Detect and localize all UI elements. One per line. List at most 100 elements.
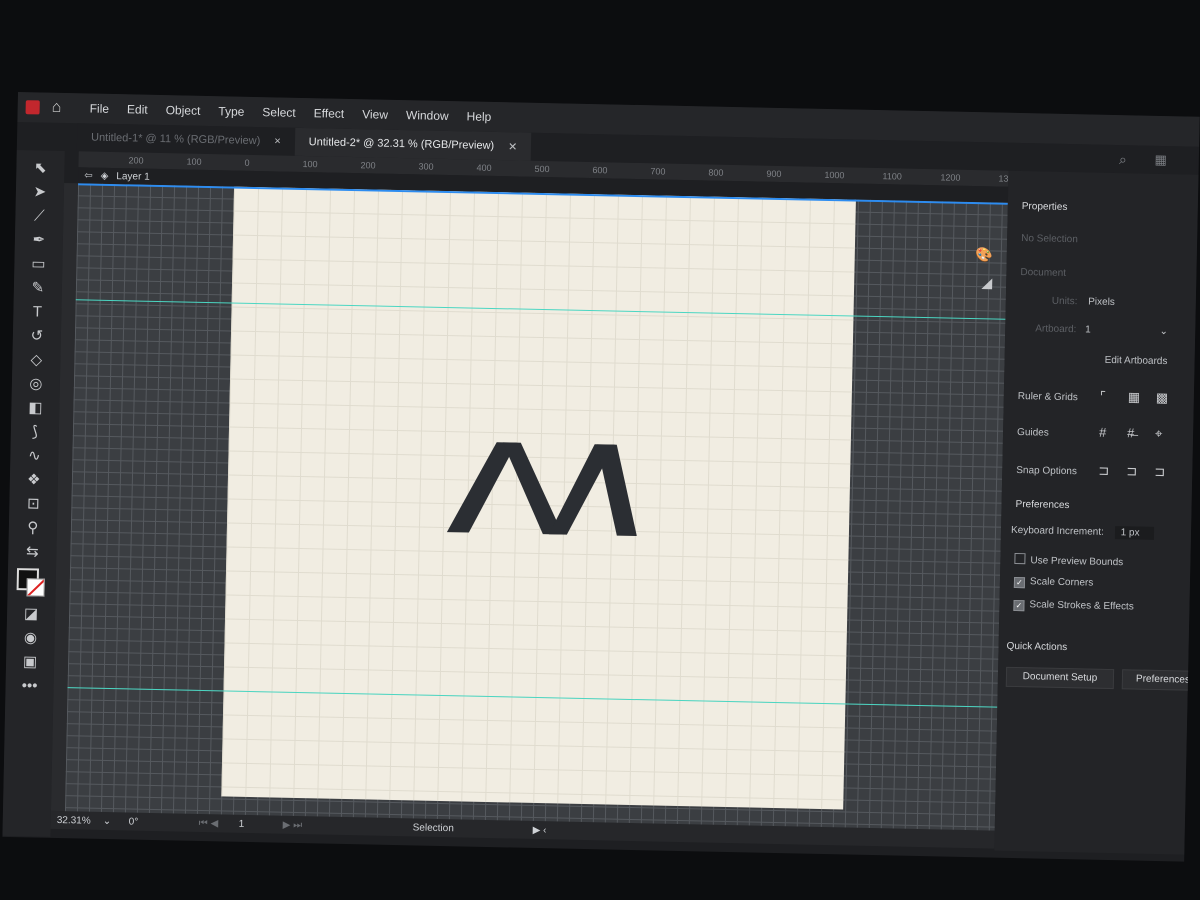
selection-state: No Selection: [1021, 233, 1078, 246]
rulers-icon[interactable]: ⌜: [1100, 389, 1106, 405]
logo-stroke-middle[interactable]: [501, 442, 565, 535]
screen-mode-icon[interactable]: ▣: [17, 650, 43, 675]
eyedropper-tool-icon[interactable]: ⟆: [22, 420, 48, 445]
ruler-tick-label: 1300: [998, 173, 1009, 184]
chevron-down-icon[interactable]: ⌄: [1159, 326, 1168, 337]
keyboard-increment-input[interactable]: 1 px: [1114, 526, 1154, 540]
artboard[interactable]: [221, 186, 856, 810]
document-section: Document: [1020, 267, 1067, 279]
menu-object[interactable]: Object: [166, 103, 201, 118]
logo-stroke-left[interactable]: [446, 441, 517, 533]
ruler-tick-label: 1200: [940, 172, 961, 183]
layers-icon: ◈: [100, 170, 109, 182]
current-tool: Selection: [412, 821, 454, 834]
menu-file[interactable]: File: [90, 102, 110, 116]
units-select[interactable]: Pixels: [1088, 296, 1115, 308]
ruler-tick-label: 700: [650, 166, 666, 177]
scale-strokes-checkbox[interactable]: ✓ Scale Strokes & Effects: [1013, 599, 1134, 614]
ruler-tick-label: 0: [244, 157, 250, 168]
panel-title[interactable]: Properties: [1022, 201, 1068, 213]
logo-artwork[interactable]: [446, 441, 639, 540]
scale-corners-checkbox[interactable]: ✓ Scale Corners: [1013, 576, 1094, 590]
symbol-sprayer-tool-icon[interactable]: ❖: [21, 468, 47, 493]
rectangle-tool-icon[interactable]: ▭: [25, 252, 51, 277]
quick-shape-icon[interactable]: ◢: [981, 274, 992, 291]
ruler-tick-label: 1100: [882, 171, 902, 182]
back-arrow-icon[interactable]: ⇦: [84, 170, 93, 181]
ruler-tick-label: 200: [360, 160, 376, 171]
preferences-button[interactable]: Preferences: [1121, 669, 1200, 691]
ruler-tick-label: 100: [302, 158, 318, 170]
ruler-tick-label: 400: [476, 162, 492, 173]
more-tools-icon[interactable]: •••: [16, 674, 42, 699]
grid-icon[interactable]: ▦: [1128, 389, 1141, 405]
ruler-tick-label: 900: [766, 168, 782, 180]
use-preview-bounds-label: Use Preview Bounds: [1030, 555, 1124, 569]
magic-wand-tool-icon[interactable]: ⟋: [26, 204, 52, 229]
close-icon[interactable]: ×: [274, 135, 281, 147]
checkbox-icon[interactable]: [1014, 552, 1026, 565]
smart-guides-icon[interactable]: ⌖: [1155, 426, 1163, 442]
stroke-swatch[interactable]: [26, 578, 45, 597]
menu-view[interactable]: View: [362, 107, 388, 122]
blend-tool-icon[interactable]: ∿: [21, 444, 47, 469]
show-guides-icon[interactable]: #: [1099, 425, 1107, 440]
logo-stroke-outer[interactable]: [595, 444, 639, 537]
menu-select[interactable]: Select: [262, 105, 296, 120]
search-icon[interactable]: ⌕: [1119, 151, 1127, 168]
snap-options-label: Snap Options: [1016, 464, 1078, 478]
ruler-tick-label: 500: [534, 163, 550, 175]
chevron-down-icon[interactable]: ⌄: [103, 815, 129, 827]
selection-tool-icon[interactable]: ⬉: [27, 156, 53, 181]
type-tool-icon[interactable]: T: [24, 300, 50, 325]
tab-label: Untitled-2* @ 32.31 % (RGB/Preview): [308, 136, 495, 152]
menu-help[interactable]: Help: [466, 109, 491, 124]
arrange-documents-icon[interactable]: ▦: [1154, 152, 1167, 168]
pen-tool-icon[interactable]: ✒: [26, 228, 52, 253]
color-mode-icon[interactable]: ◪: [18, 602, 44, 627]
snap-to-glyph-icon[interactable]: ⊐: [1154, 464, 1165, 480]
zoom-tool-icon[interactable]: ⚲: [20, 516, 46, 541]
menu-edit[interactable]: Edit: [127, 102, 148, 116]
pencil-tool-icon[interactable]: ✎: [25, 276, 51, 301]
recolor-artwork-icon[interactable]: 🎨: [975, 246, 993, 263]
swap-colors-icon[interactable]: ⇆: [19, 540, 45, 565]
ruler-tick-label: 1000: [824, 169, 845, 181]
checkmark-icon[interactable]: ✓: [1013, 599, 1025, 612]
snap-to-pixel-icon[interactable]: ⊐: [1126, 463, 1137, 479]
document-setup-button[interactable]: Document Setup: [1005, 666, 1115, 690]
canvas[interactable]: 🎨 ◢: [64, 183, 1008, 833]
tab-untitled-1[interactable]: Untitled-1* @ 11 % (RGB/Preview) ×: [77, 131, 295, 148]
layer-name[interactable]: Layer 1: [116, 171, 150, 183]
gradient-tool-icon[interactable]: ◧: [22, 396, 48, 421]
artboard-number[interactable]: 1: [239, 818, 283, 830]
use-preview-bounds-checkbox[interactable]: Use Preview Bounds: [1014, 552, 1124, 569]
lock-guides-icon[interactable]: #̶: [1127, 425, 1135, 440]
close-icon[interactable]: ✕: [508, 140, 517, 153]
rotate-tool-icon[interactable]: ↺: [24, 324, 50, 349]
scale-corners-label: Scale Corners: [1029, 576, 1094, 589]
fill-stroke-swatches[interactable]: [16, 568, 47, 599]
edit-artboards-button[interactable]: Edit Artboards: [1105, 355, 1168, 367]
next-artboard-icon[interactable]: ▶ ⏭: [283, 819, 413, 833]
menu-window[interactable]: Window: [406, 108, 449, 123]
menu-type[interactable]: Type: [218, 104, 244, 119]
rotation-angle[interactable]: 0°: [129, 816, 199, 828]
quick-actions-section: Quick Actions: [1006, 640, 1068, 654]
snap-to-point-icon[interactable]: ⊐: [1098, 463, 1109, 479]
direct-selection-tool-icon[interactable]: ➤: [27, 180, 53, 205]
artboard-tool-icon[interactable]: ⊡: [20, 492, 46, 517]
first-artboard-icon[interactable]: ⏮ ◀: [199, 817, 239, 829]
transparency-grid-icon[interactable]: ▩: [1156, 390, 1169, 406]
eraser-tool-icon[interactable]: ◇: [23, 348, 49, 373]
shape-builder-tool-icon[interactable]: ◎: [23, 372, 49, 397]
tab-label: Untitled-1* @ 11 % (RGB/Preview): [90, 131, 261, 148]
home-icon[interactable]: ⌂: [51, 99, 69, 117]
draw-mode-icon[interactable]: ◉: [17, 626, 43, 651]
artboard-select[interactable]: 1: [1085, 324, 1091, 335]
status-menu-icon[interactable]: ▶ ‹: [533, 824, 547, 835]
menu-effect[interactable]: Effect: [314, 106, 345, 121]
ruler-tick-label: 200: [128, 155, 144, 166]
zoom-level[interactable]: 32.31%: [57, 814, 103, 826]
checkmark-icon[interactable]: ✓: [1013, 576, 1026, 589]
